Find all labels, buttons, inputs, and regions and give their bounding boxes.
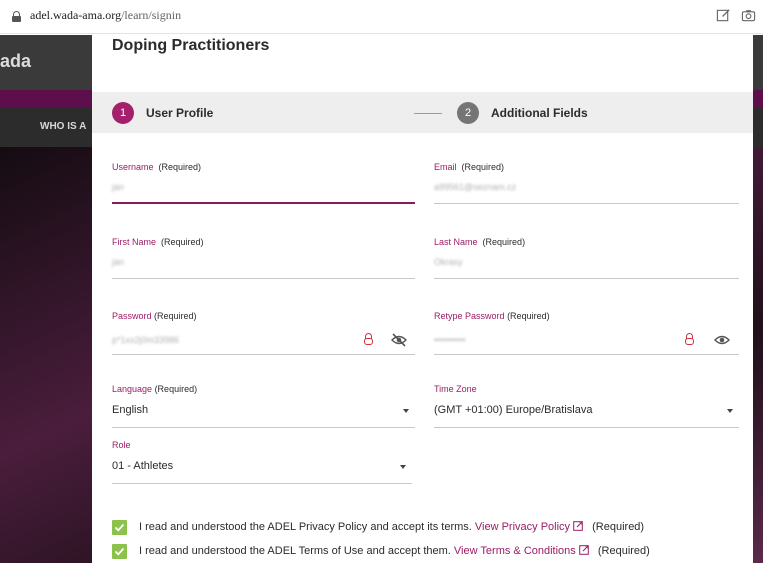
eye-icon[interactable]	[714, 333, 730, 347]
terms-consent-text: I read and understood the ADEL Terms of …	[139, 545, 650, 557]
terms-consent-required: (Required)	[597, 545, 650, 557]
step-1-label[interactable]: User Profile	[146, 106, 213, 120]
external-link-icon	[573, 521, 583, 531]
view-terms-link[interactable]: View Terms & Conditions	[454, 545, 589, 557]
view-privacy-policy-link[interactable]: View Privacy Policy	[475, 521, 583, 533]
retype-password-field[interactable]: Retype Password (Required) ••••••••••	[434, 311, 739, 355]
password-field[interactable]: Password (Required) p*1xx2j0m33986	[112, 311, 415, 355]
privacy-consent-checkbox[interactable]	[112, 520, 127, 535]
first-name-underline	[112, 278, 415, 279]
lock-icon	[12, 11, 21, 22]
privacy-consent-row: I read and understood the ADEL Privacy P…	[112, 520, 732, 536]
retype-password-value[interactable]: ••••••••••	[434, 335, 466, 345]
last-name-underline	[434, 278, 739, 279]
dropdown-caret-icon[interactable]	[403, 409, 409, 413]
signup-modal: Doping Practitioners 1 User Profile 2 Ad…	[92, 35, 753, 563]
email-value[interactable]: a99561@seznam.cz	[434, 182, 516, 192]
external-link-icon	[578, 545, 589, 555]
privacy-consent-required: (Required)	[592, 521, 645, 533]
url-text[interactable]: adel.wada-ama.org/learn/signin	[30, 8, 181, 23]
username-label: Username (Required)	[112, 162, 202, 172]
terms-consent-statement: I read and understood the ADEL Terms of …	[139, 545, 451, 557]
first-name-value[interactable]: jan	[112, 257, 124, 267]
last-name-label: Last Name (Required)	[434, 237, 526, 247]
edit-icon[interactable]	[716, 8, 731, 23]
step-1-number[interactable]: 1	[112, 102, 134, 124]
checkmark-icon	[114, 523, 125, 532]
checkmark-icon	[114, 547, 125, 556]
username-field[interactable]: Username (Required) jan	[112, 162, 415, 204]
padlock-icon	[685, 333, 694, 345]
modal-title: Doping Practitioners	[112, 37, 270, 54]
privacy-consent-text: I read and understood the ADEL Privacy P…	[139, 521, 644, 533]
retype-password-underline	[434, 354, 739, 355]
email-label: Email (Required)	[434, 162, 505, 172]
timezone-value[interactable]: (GMT +01:00) Europe/Bratislava	[434, 404, 592, 416]
timezone-label: Time Zone	[434, 384, 477, 394]
terms-consent-row: I read and understood the ADEL Terms of …	[112, 544, 732, 560]
role-value[interactable]: 01 - Athletes	[112, 460, 173, 472]
password-label: Password (Required)	[112, 311, 197, 321]
last-name-field[interactable]: Last Name (Required) Okrasy	[434, 237, 739, 279]
dropdown-caret-icon[interactable]	[400, 465, 406, 469]
eye-off-icon[interactable]	[391, 333, 407, 347]
background-nav-item: WHO IS A	[40, 121, 87, 132]
username-value[interactable]: jan	[112, 182, 124, 192]
background-logo: ada	[0, 51, 32, 71]
camera-icon[interactable]	[741, 8, 756, 23]
password-underline	[112, 354, 415, 355]
email-underline	[434, 203, 739, 204]
padlock-icon	[364, 333, 373, 345]
dropdown-caret-icon[interactable]	[727, 409, 733, 413]
language-underline	[112, 427, 415, 428]
email-field[interactable]: Email (Required) a99561@seznam.cz	[434, 162, 739, 204]
terms-consent-checkbox[interactable]	[112, 544, 127, 559]
first-name-field[interactable]: First Name (Required) jan	[112, 237, 415, 279]
role-select[interactable]: Role 01 - Athletes	[112, 440, 412, 484]
step-2-label[interactable]: Additional Fields	[491, 106, 588, 120]
browser-address-bar[interactable]: adel.wada-ama.org/learn/signin	[0, 0, 763, 34]
first-name-label: First Name (Required)	[112, 237, 204, 247]
role-underline	[112, 483, 412, 484]
timezone-underline	[434, 427, 739, 428]
last-name-value[interactable]: Okrasy	[434, 257, 463, 267]
timezone-select[interactable]: Time Zone (GMT +01:00) Europe/Bratislava	[434, 384, 739, 428]
language-value[interactable]: English	[112, 404, 148, 416]
role-label: Role	[112, 440, 131, 450]
password-value[interactable]: p*1xx2j0m33986	[112, 335, 179, 345]
privacy-consent-statement: I read and understood the ADEL Privacy P…	[139, 521, 472, 533]
username-underline	[112, 202, 415, 204]
stepper: 1 User Profile 2 Additional Fields	[92, 92, 753, 133]
language-select[interactable]: Language (Required) English	[112, 384, 415, 428]
language-label: Language (Required)	[112, 384, 198, 394]
step-2-number[interactable]: 2	[457, 102, 479, 124]
step-connector	[414, 113, 442, 114]
retype-password-label: Retype Password (Required)	[434, 311, 550, 321]
